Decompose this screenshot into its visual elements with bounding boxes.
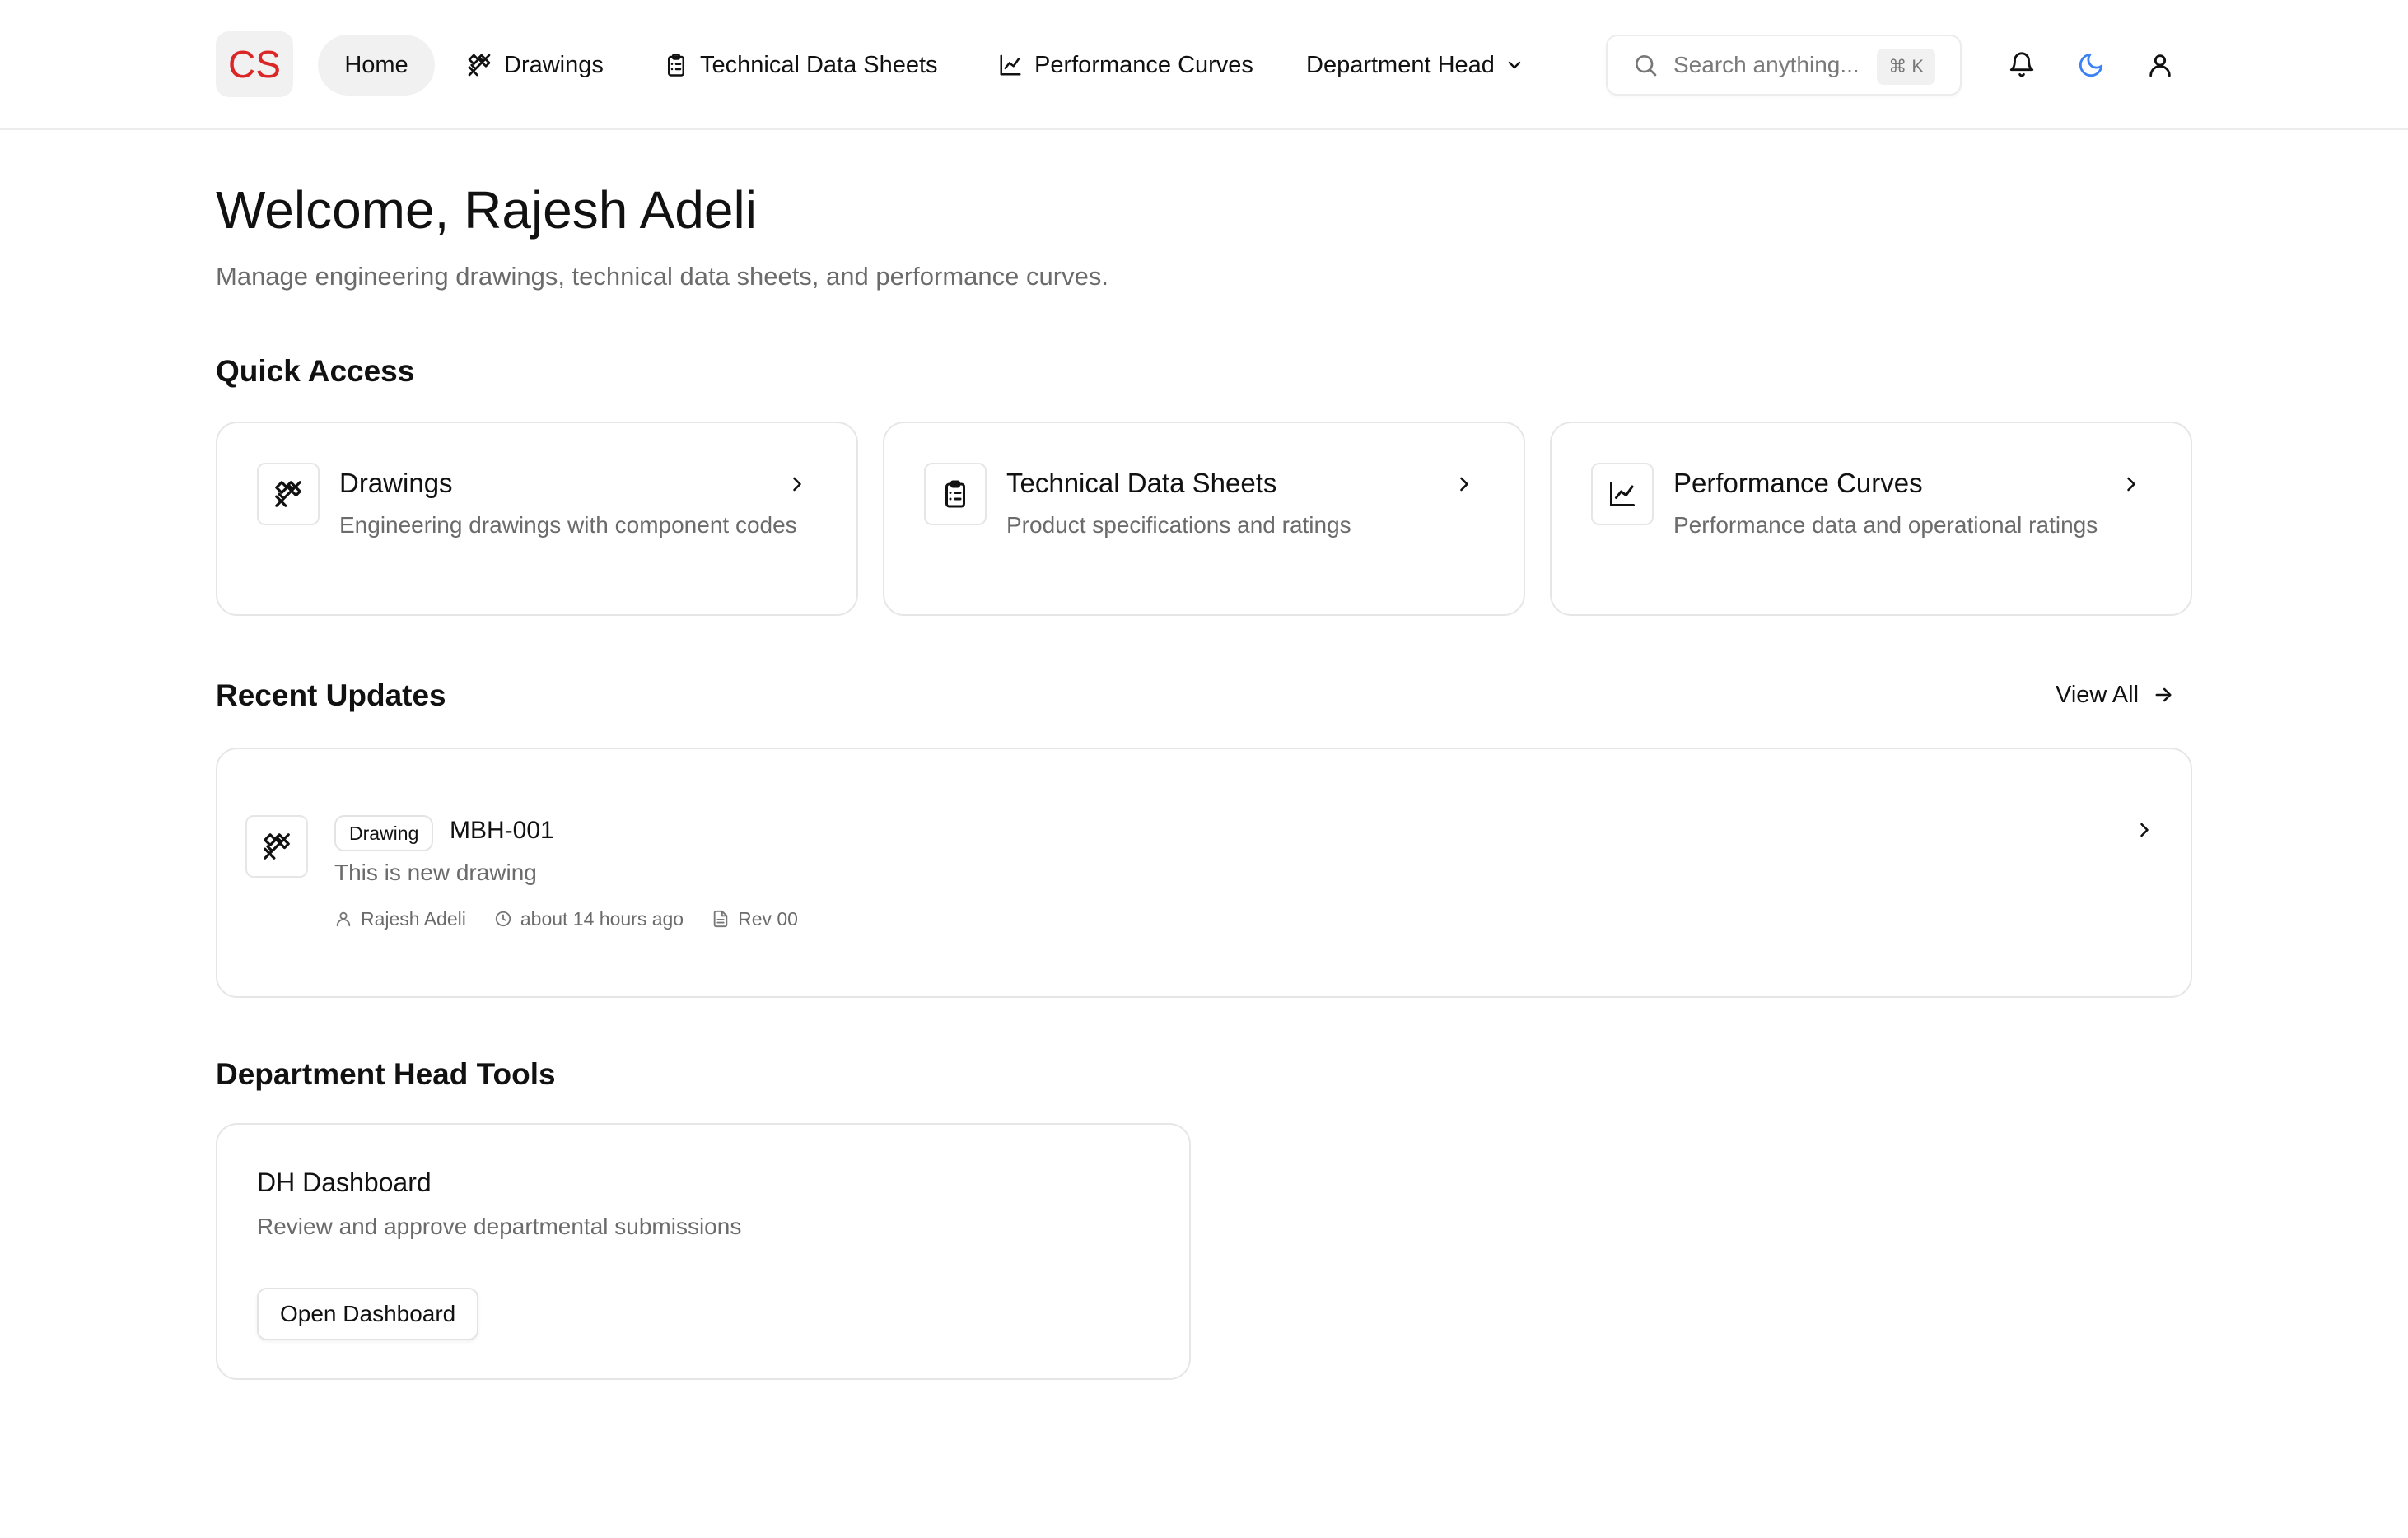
line-chart-icon bbox=[1000, 54, 1021, 76]
chevron-right-icon bbox=[2130, 815, 2159, 845]
quick-access-card-description: Performance data and operational ratings bbox=[1673, 512, 2098, 538]
open-dashboard-button[interactable]: Open Dashboard bbox=[257, 1288, 479, 1340]
recent-update-icon-box bbox=[245, 815, 308, 878]
item-description: This is new drawing bbox=[334, 860, 537, 885]
view-all-link[interactable]: View All bbox=[2056, 678, 2175, 711]
quick-access-card-title: Drawings bbox=[339, 468, 453, 498]
quick-access-icon-box bbox=[257, 463, 320, 525]
recent-updates-heading: Recent Updates bbox=[216, 678, 446, 712]
department-head-tools-heading: Department Head Tools bbox=[216, 1057, 556, 1091]
clipboard-list-icon bbox=[945, 480, 965, 508]
theme-toggle-button[interactable] bbox=[2074, 48, 2108, 82]
quick-access-card-title: Technical Data Sheets bbox=[1006, 468, 1277, 498]
item-meta: Rajesh Adeli about 14 hours ago Rev 00 bbox=[334, 904, 826, 934]
page-title: Welcome, Rajesh Adeli bbox=[216, 180, 757, 240]
line-chart-icon bbox=[1610, 482, 1635, 506]
quick-access-card-description: Product specifications and ratings bbox=[1006, 512, 1351, 538]
page-subtitle: Manage engineering drawings, technical d… bbox=[216, 262, 1108, 291]
item-type-badge: Drawing bbox=[334, 815, 434, 851]
dh-dashboard-description: Review and approve departmental submissi… bbox=[257, 1214, 742, 1239]
search-box[interactable]: Search anything... ⌘ K bbox=[1606, 35, 1962, 96]
quick-access-card-technical-data-sheets[interactable]: Technical Data Sheets Product specificat… bbox=[883, 422, 1525, 616]
user-menu-button[interactable] bbox=[2143, 48, 2177, 82]
quick-access-card-performance-curves[interactable]: Performance Curves Performance data and … bbox=[1550, 422, 2192, 616]
drafting-tools-icon bbox=[264, 833, 290, 860]
search-placeholder: Search anything... bbox=[1673, 52, 1860, 77]
dh-dashboard-card: DH Dashboard Review and approve departme… bbox=[216, 1123, 1191, 1380]
search-shortcut-badge: ⌘ K bbox=[1877, 49, 1935, 85]
nav-department-head-dropdown[interactable]: Department Head bbox=[1306, 35, 1524, 96]
chevron-right-icon bbox=[1449, 469, 1479, 499]
view-all-label: View All bbox=[2056, 681, 2140, 708]
clock-icon bbox=[495, 911, 511, 927]
search-icon bbox=[1636, 55, 1657, 77]
quick-access-card-description: Engineering drawings with component code… bbox=[339, 512, 797, 538]
quick-access-card-drawings[interactable]: Drawings Engineering drawings with compo… bbox=[216, 422, 858, 616]
quick-access-heading: Quick Access bbox=[216, 354, 415, 388]
app-logo[interactable]: CS bbox=[216, 31, 293, 97]
nav-drawings[interactable]: Drawings bbox=[466, 35, 604, 96]
chevron-down-icon bbox=[1508, 61, 1521, 69]
chevron-right-icon bbox=[2116, 469, 2146, 499]
clipboard-list-icon bbox=[668, 54, 684, 77]
nav-technical-data-sheets[interactable]: Technical Data Sheets bbox=[664, 35, 938, 96]
notifications-button[interactable] bbox=[2004, 48, 2039, 82]
user-icon bbox=[336, 911, 351, 927]
item-time-text: about 14 hours ago bbox=[520, 907, 684, 930]
item-time: about 14 hours ago bbox=[494, 908, 684, 930]
item-author-name: Rajesh Adeli bbox=[361, 907, 466, 930]
chevron-right-icon bbox=[782, 469, 812, 499]
logo-text: CS bbox=[228, 43, 281, 86]
top-navbar: CS Home Drawings Technical Data Sheets P… bbox=[0, 0, 2408, 130]
item-revision-text: Rev 00 bbox=[738, 907, 798, 930]
nav-drawings-label: Drawings bbox=[504, 51, 604, 78]
nav-performance-curves-label: Performance Curves bbox=[1034, 51, 1253, 78]
arrow-right-icon bbox=[2155, 687, 2172, 702]
nav-department-head-label: Department Head bbox=[1306, 51, 1495, 78]
user-icon bbox=[2149, 54, 2171, 77]
drafting-tools-icon bbox=[468, 54, 491, 77]
nav-home-label: Home bbox=[344, 51, 408, 78]
nav-technical-data-sheets-label: Technical Data Sheets bbox=[700, 51, 938, 78]
nav-home[interactable]: Home bbox=[318, 35, 435, 96]
nav-performance-curves[interactable]: Performance Curves bbox=[998, 35, 1253, 96]
file-icon bbox=[713, 910, 728, 928]
item-code: MBH-001 bbox=[450, 817, 554, 844]
quick-access-icon-box bbox=[1591, 463, 1654, 525]
dh-dashboard-title: DH Dashboard bbox=[257, 1167, 432, 1197]
quick-access-icon-box bbox=[924, 463, 987, 525]
drafting-tools-icon bbox=[275, 481, 301, 507]
quick-access-card-title: Performance Curves bbox=[1673, 468, 1923, 498]
moon-icon bbox=[2079, 53, 2103, 77]
bell-icon bbox=[2009, 52, 2034, 77]
item-revision: Rev 00 bbox=[712, 908, 798, 930]
recent-update-item[interactable]: Drawing MBH-001 This is new drawing Raje… bbox=[216, 748, 2192, 998]
item-author: Rajesh Adeli bbox=[334, 908, 466, 930]
